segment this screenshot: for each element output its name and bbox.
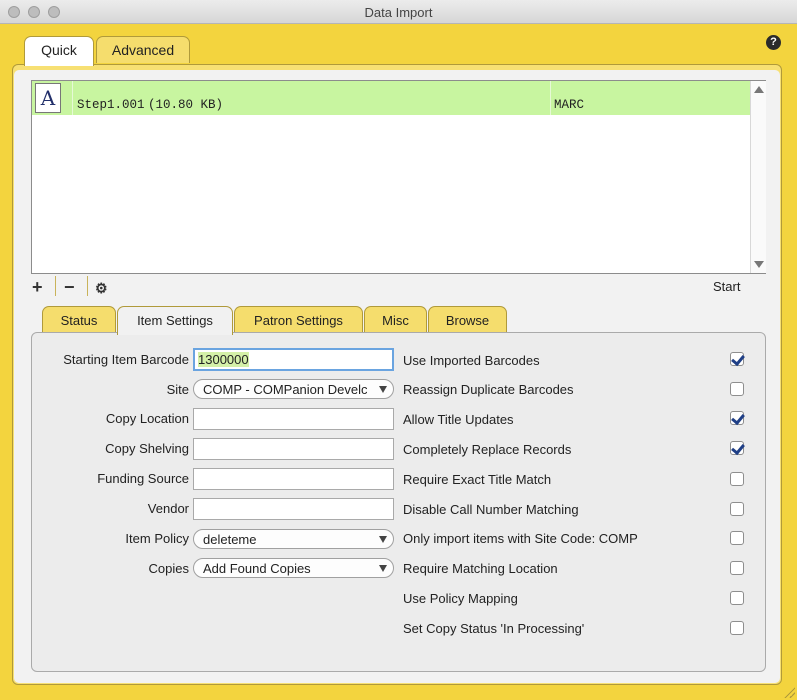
resize-grip-icon[interactable]	[783, 686, 795, 698]
file-row[interactable]: A Step1.001 (10.80 KB) MARC	[32, 81, 750, 115]
remove-file-button[interactable]: −	[64, 278, 75, 296]
import-file-list[interactable]: A Step1.001 (10.80 KB) MARC	[31, 80, 766, 274]
option-require-matching-location: Require Matching Location	[403, 561, 558, 576]
chevron-down-icon	[379, 536, 387, 543]
window-title: Data Import	[364, 5, 433, 20]
item-policy-select[interactable]: deleteme	[193, 529, 394, 549]
tab-advanced[interactable]: Advanced	[96, 36, 190, 63]
scroll-down-arrow-icon[interactable]	[754, 261, 764, 268]
disable-call-number-matching-checkbox[interactable]	[730, 502, 744, 516]
copy-location-input[interactable]	[193, 408, 394, 430]
site-value: COMP - COMPanion Develc	[203, 382, 368, 397]
file-name: Step1.001	[77, 98, 145, 112]
title-bar: Data Import	[0, 0, 797, 24]
add-file-button[interactable]: +	[32, 278, 43, 296]
completely-replace-records-checkbox[interactable]	[730, 441, 744, 455]
require-matching-location-checkbox[interactable]	[730, 561, 744, 575]
tab-quick[interactable]: Quick	[24, 36, 94, 66]
item-policy-label: Item Policy	[125, 531, 189, 546]
option-require-exact-title-match: Require Exact Title Match	[403, 472, 552, 487]
copy-shelving-input[interactable]	[193, 438, 394, 460]
option-use-policy-mapping: Use Policy Mapping	[403, 591, 518, 606]
option-only-import-site-code: Only import items with Site Code: COMP	[403, 531, 638, 546]
require-exact-title-match-checkbox[interactable]	[730, 472, 744, 486]
starting-item-barcode-input[interactable]: 1300000	[193, 348, 394, 371]
funding-source-input[interactable]	[193, 468, 394, 490]
set-copy-status-checkbox[interactable]	[730, 621, 744, 635]
copies-select[interactable]: Add Found Copies	[193, 558, 394, 578]
chevron-down-icon	[379, 565, 387, 572]
vendor-input[interactable]	[193, 498, 394, 520]
scroll-up-arrow-icon[interactable]	[754, 86, 764, 93]
file-size: (10.80 KB)	[148, 98, 224, 112]
tab-item-settings[interactable]: Item Settings	[117, 306, 233, 335]
marc-file-icon: A	[35, 83, 61, 113]
funding-source-label: Funding Source	[97, 471, 189, 486]
tab-patron-settings[interactable]: Patron Settings	[234, 306, 363, 333]
copy-shelving-label: Copy Shelving	[105, 441, 189, 456]
toolbar-divider	[55, 276, 56, 296]
file-format: MARC	[554, 98, 585, 112]
copies-label: Copies	[148, 561, 189, 576]
starting-item-barcode-label: Starting Item Barcode	[63, 352, 189, 367]
column-divider	[550, 81, 551, 115]
copy-location-label: Copy Location	[105, 411, 189, 426]
barcode-value: 1300000	[198, 352, 249, 367]
site-label: Site	[166, 382, 189, 397]
option-use-imported-barcodes: Use Imported Barcodes	[403, 353, 540, 368]
copies-value: Add Found Copies	[203, 561, 311, 576]
start-button[interactable]: Start	[713, 279, 740, 294]
chevron-down-icon	[379, 386, 387, 393]
help-icon[interactable]: ?	[766, 35, 781, 50]
gear-icon[interactable]: ⚙	[95, 279, 108, 297]
file-list-scrollbar[interactable]	[750, 81, 766, 273]
use-policy-mapping-checkbox[interactable]	[730, 591, 744, 605]
tab-browse[interactable]: Browse	[428, 306, 507, 333]
allow-title-updates-checkbox[interactable]	[730, 411, 744, 425]
tab-misc[interactable]: Misc	[364, 306, 427, 333]
only-import-site-code-checkbox[interactable]	[730, 531, 744, 545]
option-completely-replace-records: Completely Replace Records	[403, 442, 572, 457]
option-disable-call-number-matching: Disable Call Number Matching	[403, 502, 579, 517]
option-set-copy-status-in-processing: Set Copy Status 'In Processing'	[403, 621, 585, 636]
vendor-label: Vendor	[147, 501, 189, 516]
option-allow-title-updates: Allow Title Updates	[403, 412, 514, 427]
site-select[interactable]: COMP - COMPanion Develc	[193, 379, 394, 399]
toolbar-divider	[87, 276, 88, 296]
reassign-duplicate-barcodes-checkbox[interactable]	[730, 382, 744, 396]
column-divider	[72, 81, 73, 115]
item-policy-value: deleteme	[203, 532, 257, 547]
option-reassign-duplicate-barcodes: Reassign Duplicate Barcodes	[403, 382, 574, 397]
use-imported-barcodes-checkbox[interactable]	[730, 352, 744, 366]
tab-status[interactable]: Status	[42, 306, 116, 333]
